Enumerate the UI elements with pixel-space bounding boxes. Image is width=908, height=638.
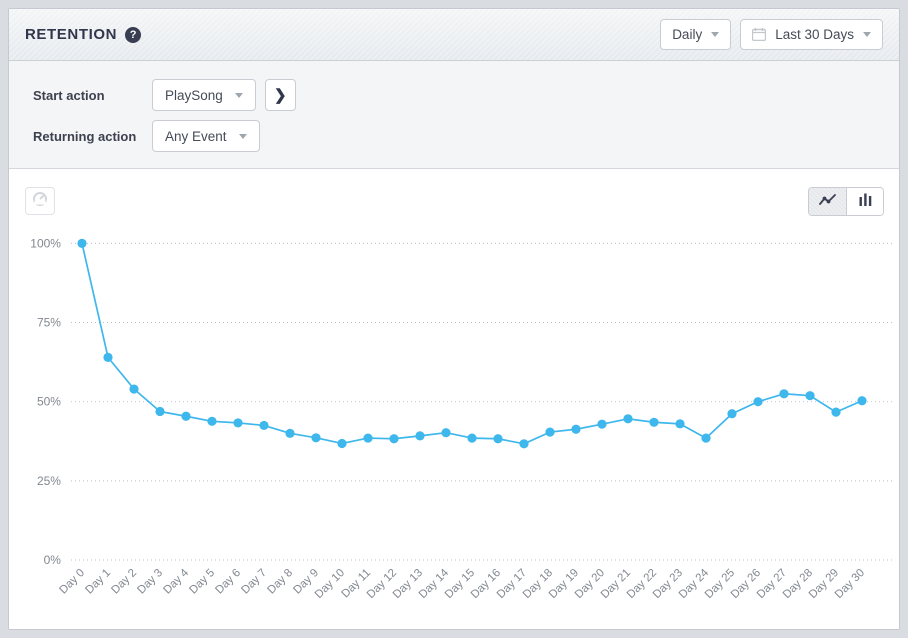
interval-dropdown[interactable]: Daily bbox=[660, 19, 731, 50]
svg-text:0%: 0% bbox=[44, 553, 62, 567]
start-action-label: Start action bbox=[33, 88, 152, 103]
svg-text:Day 0: Day 0 bbox=[57, 567, 87, 597]
svg-text:Day 8: Day 8 bbox=[265, 567, 295, 597]
svg-text:Day 6: Day 6 bbox=[213, 567, 243, 597]
expand-step-button[interactable]: ❯ bbox=[265, 79, 296, 111]
svg-text:Day 5: Day 5 bbox=[187, 567, 217, 597]
chevron-down-icon bbox=[863, 32, 871, 37]
svg-text:Day 1: Day 1 bbox=[83, 567, 113, 597]
bar-chart-toggle[interactable] bbox=[846, 188, 883, 215]
page-title: RETENTION bbox=[25, 26, 117, 43]
svg-text:Day 30: Day 30 bbox=[833, 567, 867, 601]
panel-header: RETENTION ? Daily Last 30 Days bbox=[9, 9, 899, 61]
calendar-icon bbox=[752, 28, 766, 41]
chevron-down-icon bbox=[235, 93, 243, 98]
svg-text:100%: 100% bbox=[30, 236, 61, 250]
svg-text:Day 7: Day 7 bbox=[239, 567, 269, 597]
line-chart-icon bbox=[819, 193, 837, 211]
chevron-down-icon bbox=[239, 134, 247, 139]
query-controls: Start action PlaySong ❯ Returning action… bbox=[9, 61, 899, 169]
start-action-dropdown[interactable]: PlaySong bbox=[152, 79, 256, 111]
date-range-dropdown[interactable]: Last 30 Days bbox=[740, 19, 883, 50]
svg-text:Day 4: Day 4 bbox=[161, 566, 191, 596]
returning-action-dropdown[interactable]: Any Event bbox=[152, 120, 260, 152]
dashboard-gauge-icon bbox=[32, 192, 48, 211]
retention-panel: RETENTION ? Daily Last 30 Days bbox=[8, 8, 900, 630]
chevron-down-icon bbox=[711, 32, 719, 37]
date-range-dropdown-value: Last 30 Days bbox=[775, 27, 854, 42]
chart-type-toggle bbox=[808, 187, 884, 216]
chart-section: 0% 25% 50% 75% 100% Day 0Day 1Day 2Day 3Day 4… bbox=[9, 169, 899, 629]
interval-dropdown-value: Daily bbox=[672, 27, 702, 42]
svg-text:Day 10: Day 10 bbox=[313, 567, 347, 601]
start-action-value: PlaySong bbox=[165, 88, 223, 103]
svg-text:50%: 50% bbox=[37, 395, 61, 409]
returning-action-label: Returning action bbox=[33, 129, 152, 144]
help-icon[interactable]: ? bbox=[125, 27, 141, 43]
svg-text:25%: 25% bbox=[37, 474, 61, 488]
bar-chart-icon bbox=[859, 193, 872, 211]
svg-text:75%: 75% bbox=[37, 316, 61, 330]
svg-text:Day 3: Day 3 bbox=[135, 567, 165, 597]
retention-chart[interactable]: 0% 25% 50% 75% 100% Day 0Day 1Day 2Day 3Day 4… bbox=[9, 169, 899, 629]
add-to-dashboard-button bbox=[25, 187, 55, 215]
returning-action-value: Any Event bbox=[165, 129, 227, 144]
chevron-right-icon: ❯ bbox=[274, 86, 287, 104]
line-chart-toggle[interactable] bbox=[809, 188, 846, 215]
svg-text:Day 2: Day 2 bbox=[109, 567, 139, 597]
